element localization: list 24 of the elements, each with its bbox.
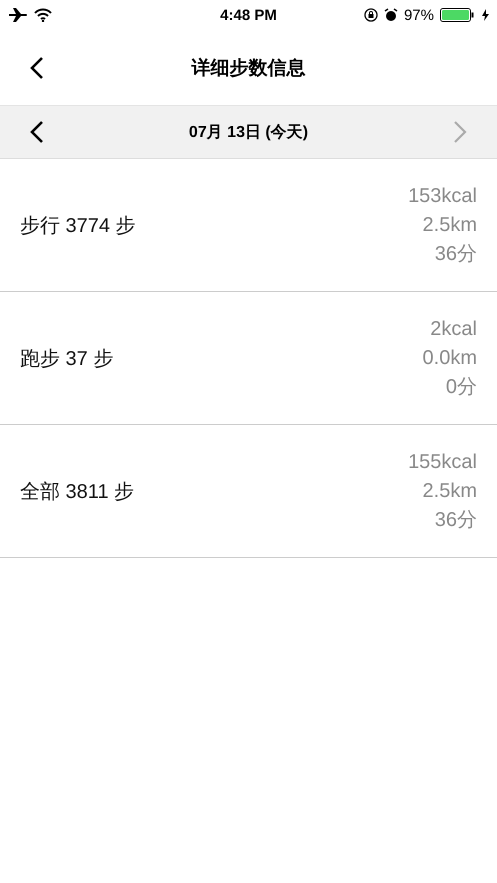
distance: 2.5km xyxy=(422,478,477,504)
charging-icon xyxy=(482,9,489,21)
distance: 2.5km xyxy=(422,212,477,238)
duration: 36分 xyxy=(434,508,477,532)
rotation-lock-icon xyxy=(364,8,378,22)
wifi-icon xyxy=(34,8,52,22)
page-title: 详细步数信息 xyxy=(192,56,306,80)
back-icon[interactable] xyxy=(30,56,44,80)
status-time: 4:48 PM xyxy=(220,6,277,24)
step-count: 全部 3811 步 xyxy=(20,480,134,504)
step-count: 步行 3774 步 xyxy=(20,214,136,238)
battery-icon xyxy=(440,8,476,22)
distance: 0.0km xyxy=(422,346,477,370)
duration: 0分 xyxy=(446,374,477,400)
duration: 36分 xyxy=(434,242,477,266)
alarm-icon xyxy=(384,8,398,22)
previous-day-icon[interactable] xyxy=(30,120,44,144)
calories: 2kcal xyxy=(430,316,477,342)
date-label: 07月 13日 (今天) xyxy=(188,122,308,142)
calories: 155kcal xyxy=(408,450,477,474)
airplane-icon xyxy=(8,7,28,23)
step-count: 跑步 37 步 xyxy=(20,346,114,372)
battery-percent: 97% xyxy=(404,6,434,24)
calories: 153kcal xyxy=(408,184,477,208)
